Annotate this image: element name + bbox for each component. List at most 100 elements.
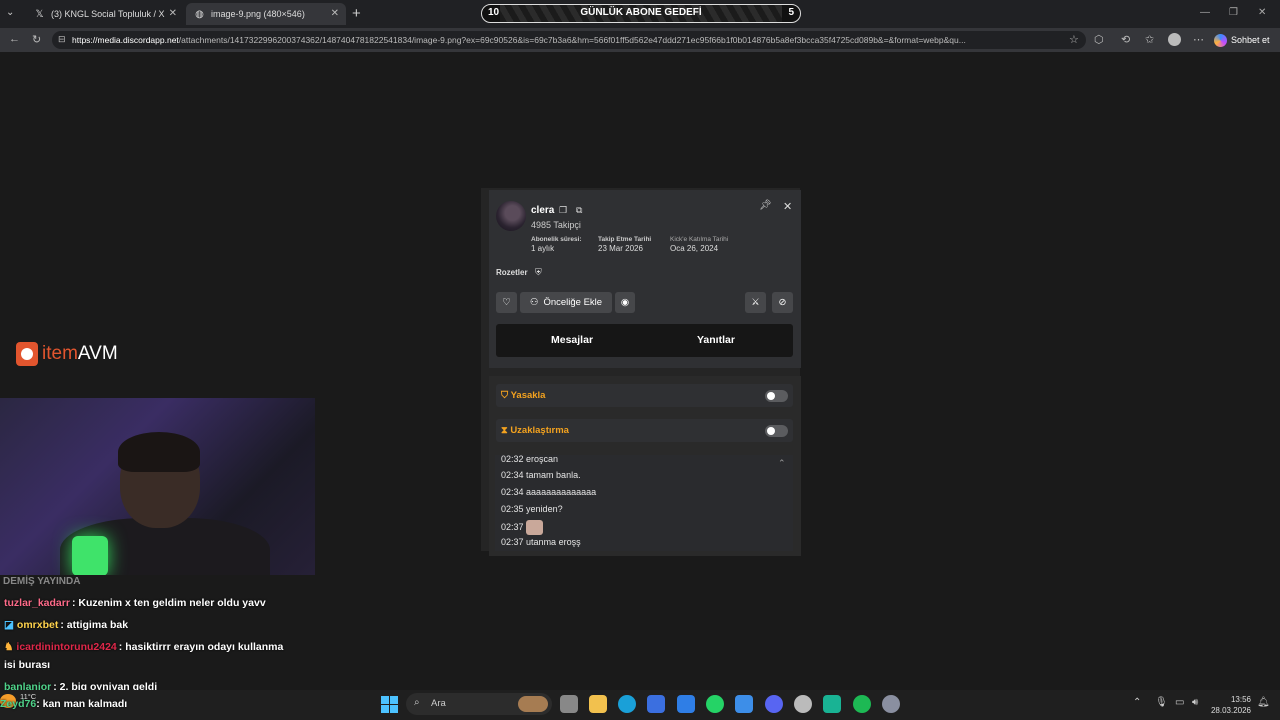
ban-toggle[interactable] [765,390,788,402]
copilot-icon [1214,33,1227,47]
store-icon[interactable] [647,695,665,713]
globe-icon: ◍ [195,8,204,20]
stream-chat: tuzlar_kadarr: Kuzenim x ten geldim nele… [0,575,320,700]
daily-sub-goal-bar: 10 GÜNLÜK ABONE GEDEFİ 5 [481,4,801,23]
goal-right-number: 5 [788,7,794,18]
favorite-heart-button[interactable]: ♡ [496,292,517,313]
badges-label: Rozetler [496,268,528,277]
tab-list-chevron-icon[interactable]: ⌄ [6,7,14,18]
join-date-value: Oca 26, 2024 [670,244,719,253]
clock-date: 28.03.2026 [1210,706,1251,715]
chat-text: isi burası [4,659,51,671]
hourglass-icon: ⧗ [501,425,511,436]
tab-x-social[interactable]: 𝕏 (3) KNGL Social Topluluk / X ✕ [26,3,184,25]
notifications-icon[interactable]: 🔔︎ [1257,697,1270,708]
restore-icon[interactable]: ❐ [1229,7,1238,18]
tray-chevron-up-icon[interactable]: ⌃ [1133,697,1141,708]
chat-text: : Kuzenim x ten geldim neler oldu yavv [71,597,266,609]
list-item: 02:37 utanma eroşş [501,537,581,547]
subscription-value: 1 aylık [531,244,555,253]
moderator-button[interactable]: ⚔ [745,292,766,313]
mail-icon[interactable] [677,695,695,713]
itemavm-logo: itemAVM [16,342,118,366]
close-icon[interactable]: ✕ [169,8,177,19]
chrome-icon[interactable] [794,695,812,713]
block-button[interactable]: ⊘ [772,292,793,313]
minimize-icon[interactable]: — [1200,7,1210,18]
follower-count: 4985 Takipçi [531,220,581,230]
window-close-icon[interactable]: ✕ [1258,7,1266,18]
chat-line: ◪ omrxbet: attigima bak [4,619,128,631]
webcam-feed [0,398,315,575]
network-app-icon[interactable] [735,695,753,713]
edge-browser-icon[interactable] [618,695,636,713]
add-priority-button[interactable]: ⚇ Önceliğe Ekle [520,292,612,313]
add-priority-label: Önceliğe Ekle [543,297,603,308]
back-arrow-icon[interactable]: ← [9,33,20,45]
tab-replies[interactable]: Yanıtlar [697,334,735,346]
timeout-toggle[interactable] [765,425,788,437]
watch-button[interactable]: ◉ [615,292,635,313]
favorite-star-icon[interactable]: ☆ [1069,33,1079,46]
site-info-icon[interactable]: ⊟ [58,34,66,45]
reload-icon[interactable]: ↻ [32,33,41,46]
new-tab-plus-icon[interactable]: + [352,5,361,22]
join-date-label: Kick'e Katılma Tarihi [670,236,729,243]
timeout-label: ⧗ Uzaklaştırma [501,425,569,436]
cat-emote-icon [526,520,544,535]
favorites-icon[interactable]: ✩ [1145,33,1154,46]
spotify-icon[interactable] [853,695,871,713]
goal-label: GÜNLÜK ABONE GEDEFİ [580,7,702,18]
chat-username: tuzlar_kadarr [4,597,70,609]
search-highlight-icon [518,696,548,712]
search-placeholder: Ara [431,698,446,709]
taskbar-search-input[interactable]: ⌕ Ara [406,693,552,715]
settings-gear-icon[interactable] [882,695,900,713]
user-message-list[interactable]: 02:32 eroşcan 02:34 tamam banla. 02:34 a… [495,455,793,551]
windows-start-icon[interactable] [381,696,398,713]
profile-avatar-icon[interactable] [1168,33,1181,46]
eye-icon: ◉ [620,297,630,308]
close-icon[interactable]: ✕ [331,8,339,19]
tab-label: image-9.png (480×546) [211,9,305,19]
weather-temperature[interactable]: 11°C [20,692,36,701]
file-explorer-icon[interactable] [589,695,607,713]
whatsapp-icon[interactable] [706,695,724,713]
copilot-chat-button[interactable]: Sohbet et [1214,31,1270,49]
subscription-label: Abonelik süresi: [531,236,582,243]
avatar [496,201,526,231]
volume-icon[interactable]: 🔊︎ [1192,697,1198,708]
list-item: 02:35 yeniden? [501,504,563,514]
message-tabs [496,324,793,357]
brand-avm-text: AVM [77,343,118,364]
ban-label: ⛉ Yasakla [501,390,546,401]
shopping-bag-icon [16,342,38,366]
kick-app-icon[interactable] [823,695,841,713]
open-profile-icon[interactable]: ⧉ [576,205,582,216]
list-item: 02:34 tamam banla. [501,470,581,480]
scroll-up-chevron-icon[interactable]: ⌃ [778,458,786,469]
sword-icon: ⚔ [751,297,760,308]
chat-username: omrxbet [16,619,59,631]
pin-icon[interactable]: 📌︎ [759,200,772,211]
chat-text: : kan man kalmadı [36,698,128,710]
follow-date-label: Takip Etme Tarihi [598,236,652,243]
microphone-icon[interactable]: 🎙︎ [1155,697,1168,708]
chat-username: icardinintorunu2424 [16,641,117,653]
profile-username: clera [531,205,555,216]
url-field[interactable]: ⊟ https://media.discordapp.net/attachmen… [52,31,1086,49]
green-microphone [72,536,108,575]
network-icon[interactable]: ▭ [1175,697,1184,708]
task-view-icon[interactable] [560,695,578,713]
tab-image-png[interactable]: ◍ image-9.png (480×546) ✕ [186,3,346,25]
block-icon: ⊘ [778,297,787,308]
read-aloud-icon[interactable]: ⟲ [1121,33,1130,46]
system-clock[interactable]: 13:56 28.03.2026 [1206,694,1251,716]
extensions-icon[interactable]: ⬡ [1094,33,1104,46]
heart-icon: ♡ [502,297,511,308]
tab-messages[interactable]: Mesajlar [551,334,593,346]
discord-icon[interactable] [765,695,783,713]
close-icon[interactable]: ✕ [783,200,792,213]
copy-icon[interactable]: ❐ [559,205,567,216]
more-menu-icon[interactable]: ⋯ [1193,33,1204,46]
